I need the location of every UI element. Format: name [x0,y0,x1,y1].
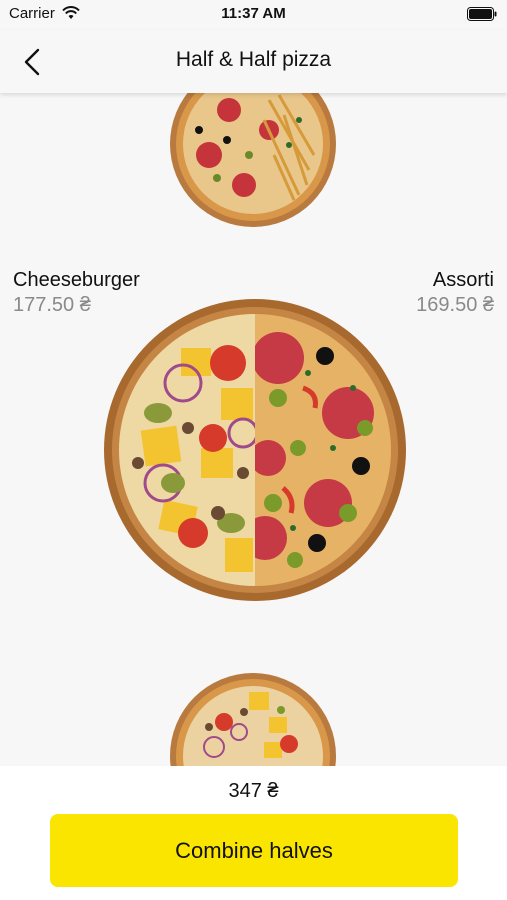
battery-icon [467,7,497,21]
page-title: Half & Half pizza [175,48,332,71]
right-half-price: 169.50 ₴ [416,294,494,316]
right-half-name: Assorti [432,269,494,291]
screen: Carrier 11:37 AM Half & Half pizza Chees… [0,0,507,900]
status-time: 11:37 AM [221,5,286,22]
status-bar: Carrier 11:37 AM [0,0,507,30]
total-price: 347 ₴ [228,780,279,802]
nav-bar: Half & Half pizza [0,30,507,93]
left-half-price: 177.50 ₴ [13,294,91,316]
left-half-name: Cheeseburger [13,269,140,291]
combine-halves-button[interactable]: Combine halves [50,814,458,887]
combined-pizza [104,299,406,601]
footer: 347 ₴ Combine halves [0,766,507,900]
